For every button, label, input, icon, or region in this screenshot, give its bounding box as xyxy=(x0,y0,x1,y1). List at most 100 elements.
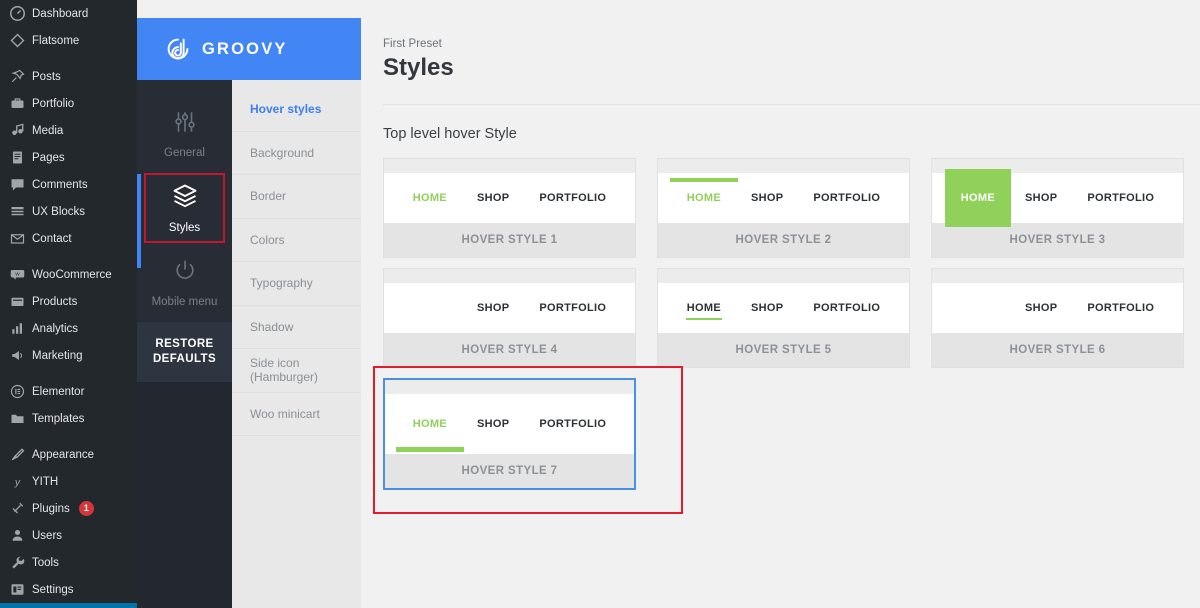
wrench-icon xyxy=(9,555,25,571)
nav-link-portfolio: PORTFOLIO xyxy=(1087,302,1155,314)
sidebar-item-label: Appearance xyxy=(32,448,95,461)
groovy-settings-panel: GROOVY General Styles Mobile menu RESTOR… xyxy=(137,18,361,608)
screen-root: Dashboard Flatsome Posts Portfolio Media… xyxy=(0,0,1200,608)
sidebar-item-yith[interactable]: y YITH xyxy=(0,468,137,495)
sidebar-item-label: Templates xyxy=(32,412,85,425)
sidebar-item-label: WooCommerce xyxy=(32,268,112,281)
sidebar-item-woocommerce[interactable]: W WooCommerce xyxy=(0,261,137,288)
sidebar-item-label: Flatsome xyxy=(32,34,80,47)
sidebar-item-elementor[interactable]: Elementor xyxy=(0,378,137,405)
nav-item-styles[interactable]: Styles xyxy=(144,173,225,243)
hover-style-card-row-3: HOME SHOP PORTFOLIO HOVER STYLE 7 xyxy=(373,366,1200,514)
sidebar-item-label: Plugins xyxy=(32,502,70,515)
sidebar-item-templates[interactable]: Templates xyxy=(0,405,137,432)
hover-style-card[interactable]: HOME SHOP PORTFOLIO HOVER STYLE 3 xyxy=(931,158,1184,258)
sidebar-item-label: Users xyxy=(32,529,63,542)
sidebar-divider xyxy=(0,369,137,378)
subnav-item-border[interactable]: Border xyxy=(232,175,361,219)
page-title: Styles xyxy=(383,54,454,81)
icon-nav-filler xyxy=(137,382,232,608)
nav-link-shop: SHOP xyxy=(476,418,510,430)
restore-defaults-button[interactable]: RESTORE DEFAULTS xyxy=(137,322,232,382)
sidebar-item-contact[interactable]: Contact xyxy=(0,225,137,252)
hover-style-card[interactable]: HOME SHOP PORTFOLIO HOVER STYLE 5 xyxy=(657,268,910,368)
user-icon xyxy=(9,528,25,544)
power-icon xyxy=(172,258,198,287)
sidebar-item-analytics[interactable]: Analytics xyxy=(0,315,137,342)
restore-line-2: DEFAULTS xyxy=(152,353,217,365)
sidebar-item-label: Comments xyxy=(32,178,88,191)
nav-link-shop: SHOP xyxy=(1024,302,1058,314)
megaphone-icon xyxy=(9,348,25,364)
card-caption: HOVER STYLE 2 xyxy=(658,223,909,257)
card-caption: HOVER STYLE 3 xyxy=(932,223,1183,257)
nav-link-portfolio: PORTFOLIO xyxy=(539,418,607,430)
sidebar-item-groovy-menu[interactable]: Groovy menu xyxy=(0,603,137,608)
subnav-item-side-icon[interactable]: Side icon (Hamburger) xyxy=(232,349,361,393)
subnav-item-hover-styles[interactable]: Hover styles xyxy=(232,88,361,132)
hover-style-card[interactable]: HOME SHOP PORTFOLIO HOVER STYLE 2 xyxy=(657,158,910,258)
sidebar-item-label: Dashboard xyxy=(32,7,89,20)
subnav-item-background[interactable]: Background xyxy=(232,132,361,175)
nav-link-home: HOME xyxy=(685,302,722,320)
section-title: Top level hover Style xyxy=(383,126,517,142)
subnav-item-woo-minicart[interactable]: Woo minicart xyxy=(232,393,361,436)
nav-link-home-label: HOME xyxy=(960,302,995,314)
sidebar-item-portfolio[interactable]: Portfolio xyxy=(0,90,137,117)
subnav-label: Colors xyxy=(250,232,285,247)
comment-icon xyxy=(9,177,25,193)
subnav-item-typography[interactable]: Typography xyxy=(232,262,361,306)
nav-link-home: HOME xyxy=(395,418,464,452)
hover-style-card[interactable]: HOME SHOP PORTFOLIO HOVER STYLE 4 xyxy=(383,268,636,368)
hover-style-card-selected[interactable]: HOME SHOP PORTFOLIO HOVER STYLE 7 xyxy=(383,378,636,490)
groovy-logo-icon xyxy=(163,34,193,64)
subnav-label: Hover styles xyxy=(250,102,322,117)
brush-icon xyxy=(9,447,25,463)
subnav-label: Background xyxy=(250,145,315,160)
woocommerce-icon: W xyxy=(9,267,25,283)
sidebar-item-label: Pages xyxy=(32,151,65,164)
sidebar-item-label: Elementor xyxy=(32,385,85,398)
card-nav-preview: HOME SHOP PORTFOLIO xyxy=(384,173,635,223)
groovy-app: GROOVY General Styles Mobile menu RESTOR… xyxy=(137,0,1200,608)
nav-link-home: HOME xyxy=(669,178,738,204)
sidebar-item-plugins[interactable]: Plugins 1 xyxy=(0,495,137,522)
sidebar-item-label: Tools xyxy=(32,556,59,569)
nav-link-portfolio: PORTFOLIO xyxy=(525,294,621,322)
svg-text:y: y xyxy=(13,476,20,488)
sidebar-item-comments[interactable]: Comments xyxy=(0,171,137,198)
sidebar-item-appearance[interactable]: Appearance xyxy=(0,441,137,468)
sidebar-item-marketing[interactable]: Marketing xyxy=(0,342,137,369)
nav-link-shop: SHOP xyxy=(1024,192,1058,204)
sidebar-item-flatsome[interactable]: Flatsome xyxy=(0,27,137,54)
hover-style-grid: HOME SHOP PORTFOLIO HOVER STYLE 1 HOME S… xyxy=(373,158,1200,514)
subnav-item-colors[interactable]: Colors xyxy=(232,219,361,262)
nav-item-mobile-menu[interactable]: Mobile menu xyxy=(137,243,232,322)
nav-link-home-label: HOME xyxy=(960,192,995,204)
hover-style-card[interactable]: HOME SHOP PORTFOLIO HOVER STYLE 1 xyxy=(383,158,636,258)
card-caption: HOVER STYLE 4 xyxy=(384,333,635,367)
wp-admin-sidebar: Dashboard Flatsome Posts Portfolio Media… xyxy=(0,0,137,608)
sidebar-item-tools[interactable]: Tools xyxy=(0,549,137,576)
groovy-logo-bar: GROOVY xyxy=(137,18,361,80)
sidebar-item-settings[interactable]: Settings xyxy=(0,576,137,603)
card-topbar xyxy=(658,159,909,173)
subnav-item-shadow[interactable]: Shadow xyxy=(232,306,361,349)
sidebar-divider xyxy=(0,432,137,441)
sidebar-item-pages[interactable]: Pages xyxy=(0,144,137,171)
hover-style-card[interactable]: HOME SHOP PORTFOLIO HOVER STYLE 6 xyxy=(931,268,1184,368)
analytics-icon xyxy=(9,321,25,337)
sidebar-item-posts[interactable]: Posts xyxy=(0,63,137,90)
sidebar-item-users[interactable]: Users xyxy=(0,522,137,549)
card-nav-preview: HOME SHOP PORTFOLIO xyxy=(384,283,635,333)
sidebar-item-media[interactable]: Media xyxy=(0,117,137,144)
sidebar-item-products[interactable]: Products xyxy=(0,288,137,315)
card-caption: HOVER STYLE 6 xyxy=(932,333,1183,367)
nav-link-home-label: HOME xyxy=(686,192,721,204)
sidebar-item-dashboard[interactable]: Dashboard xyxy=(0,0,137,27)
card-nav-preview: HOME SHOP PORTFOLIO xyxy=(658,283,909,333)
restore-line-1: RESTORE xyxy=(155,338,214,350)
card-nav-preview: HOME SHOP PORTFOLIO xyxy=(932,169,1183,227)
nav-item-general[interactable]: General xyxy=(137,94,232,173)
sidebar-item-ux-blocks[interactable]: UX Blocks xyxy=(0,198,137,225)
